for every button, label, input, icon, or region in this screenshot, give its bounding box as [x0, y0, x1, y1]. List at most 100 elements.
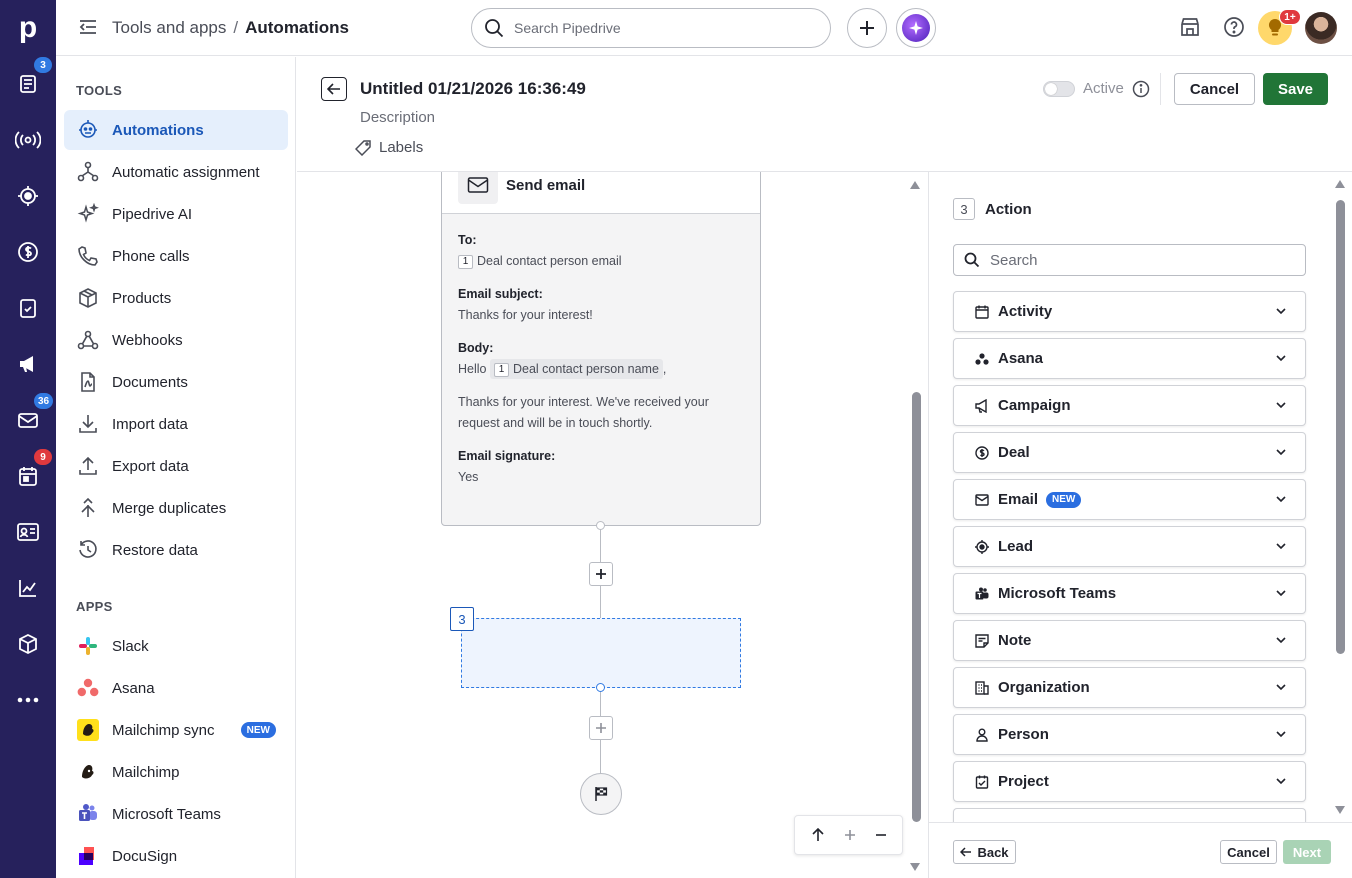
- automations-robot-icon: [76, 118, 100, 142]
- body-hello: Hello: [458, 362, 487, 376]
- body-label: Body:: [458, 341, 494, 355]
- step-token: 1: [458, 255, 473, 269]
- rail-tasks[interactable]: [0, 280, 56, 336]
- add-step-button[interactable]: [589, 716, 613, 740]
- send-email-step-card[interactable]: Send email To: 1 Deal contact person emai…: [441, 172, 761, 526]
- scroll-up-button[interactable]: [811, 828, 825, 842]
- zoom-in-button[interactable]: [844, 829, 856, 841]
- info-button[interactable]: [1132, 80, 1150, 98]
- action-search-input[interactable]: [990, 251, 1290, 269]
- sidebar-item-label: Products: [112, 289, 172, 307]
- rail-broadcast[interactable]: [0, 112, 56, 168]
- leads-target-icon: [18, 186, 38, 206]
- rail-products[interactable]: [0, 616, 56, 672]
- cancel-button[interactable]: Cancel: [1220, 840, 1277, 864]
- sidebar-item-export-data[interactable]: Export data: [64, 446, 288, 486]
- category-note[interactable]: Note: [953, 620, 1306, 661]
- step-title: Send email: [506, 176, 586, 194]
- category-microsoft-teams[interactable]: Microsoft Teams: [953, 573, 1306, 614]
- sidebar-item-docusign[interactable]: DocuSign: [64, 836, 288, 876]
- back-button[interactable]: Back: [953, 840, 1016, 864]
- scroll-up-arrow-icon: [910, 181, 920, 189]
- save-button[interactable]: Save: [1263, 73, 1328, 105]
- category-label: Activity: [998, 303, 1053, 320]
- sidebar-item-asana[interactable]: Asana: [64, 668, 288, 708]
- canvas-zoom-controls: [794, 815, 903, 855]
- ai-assistant-button[interactable]: [896, 8, 936, 48]
- category-label: Lead: [998, 538, 1034, 555]
- category-asana[interactable]: Asana: [953, 338, 1306, 379]
- rail-leads[interactable]: [0, 168, 56, 224]
- sidebar-item-label: Mailchimp: [112, 763, 180, 781]
- tools-sidebar: TOOLS Automations Automatic assignment P…: [56, 57, 296, 878]
- contacts-card-icon: [17, 523, 39, 541]
- sidebar-item-microsoft-teams[interactable]: Microsoft Teams: [64, 794, 288, 834]
- canvas-scrollbar-thumb[interactable]: [912, 392, 921, 822]
- sidebar-item-merge-duplicates[interactable]: Merge duplicates: [64, 488, 288, 528]
- sidebar-item-products[interactable]: Products: [64, 278, 288, 318]
- cancel-button[interactable]: Cancel: [1174, 73, 1255, 105]
- sidebar-item-automations[interactable]: Automations: [64, 110, 288, 150]
- calendar-icon: [19, 467, 37, 486]
- breadcrumb-parent[interactable]: Tools and apps: [112, 18, 226, 37]
- pipedrive-logo[interactable]: p: [0, 0, 56, 56]
- sidebar-item-documents[interactable]: Documents: [64, 362, 288, 402]
- scroll-up-arrow-icon: [1335, 180, 1345, 188]
- step-card-header: Send email: [442, 172, 760, 214]
- new-step-placeholder[interactable]: [461, 618, 741, 688]
- category-deal[interactable]: Deal: [953, 432, 1306, 473]
- deals-badge: 3: [34, 57, 52, 73]
- global-search[interactable]: [471, 8, 831, 48]
- category-campaign[interactable]: Campaign: [953, 385, 1306, 426]
- category-lead[interactable]: Lead: [953, 526, 1306, 567]
- category-person[interactable]: Person: [953, 714, 1306, 755]
- user-avatar[interactable]: [1305, 12, 1337, 44]
- slack-icon: [76, 634, 100, 658]
- sidebar-item-label: Export data: [112, 457, 189, 475]
- sidebar-item-pipedrive-ai[interactable]: Pipedrive AI: [64, 194, 288, 234]
- category-label: Asana: [998, 350, 1044, 367]
- automation-description[interactable]: Description: [360, 109, 435, 126]
- labels-button[interactable]: Labels: [355, 139, 423, 156]
- workflow-canvas[interactable]: Send email To: 1 Deal contact person emai…: [297, 172, 927, 878]
- new-badge: NEW: [240, 722, 276, 738]
- active-toggle[interactable]: [1043, 81, 1075, 97]
- quick-add-button[interactable]: [847, 8, 887, 48]
- sidebar-item-import-data[interactable]: Import data: [64, 404, 288, 444]
- add-step-button[interactable]: [589, 562, 613, 586]
- global-search-input[interactable]: [514, 20, 814, 36]
- rail-calendar[interactable]: 9: [0, 448, 56, 504]
- sidebar-item-label: Mailchimp sync: [112, 721, 215, 739]
- rail-more[interactable]: [0, 672, 56, 728]
- sidebar-item-restore-data[interactable]: Restore data: [64, 530, 288, 570]
- category-organization[interactable]: Organization: [953, 667, 1306, 708]
- sidebar-item-phone-calls[interactable]: Phone calls: [64, 236, 288, 276]
- back-button[interactable]: [321, 77, 347, 101]
- sidebar-item-mailchimp[interactable]: Mailchimp: [64, 752, 288, 792]
- rail-campaigns[interactable]: [0, 336, 56, 392]
- menu-toggle-button[interactable]: [78, 18, 98, 36]
- action-search[interactable]: [953, 244, 1306, 276]
- zoom-out-button[interactable]: [875, 829, 887, 841]
- rail-contacts[interactable]: [0, 504, 56, 560]
- rail-mail[interactable]: 36: [0, 392, 56, 448]
- plus-icon: [844, 830, 855, 840]
- action-panel: 3 Action Activity Asana Campaign Deal Em…: [928, 172, 1352, 878]
- arrow-left-icon: [327, 83, 340, 95]
- category-email[interactable]: Email NEW: [953, 479, 1306, 520]
- help-button[interactable]: [1223, 16, 1245, 38]
- marketplace-button[interactable]: [1179, 16, 1201, 38]
- sidebar-item-webhooks[interactable]: Webhooks: [64, 320, 288, 360]
- panel-scrollbar-thumb[interactable]: [1336, 200, 1345, 654]
- automation-title[interactable]: Untitled 01/21/2026 16:36:49: [360, 79, 586, 99]
- rail-insights[interactable]: [0, 560, 56, 616]
- rail-deals-money[interactable]: [0, 224, 56, 280]
- sidebar-item-slack[interactable]: Slack: [64, 626, 288, 666]
- next-button[interactable]: Next: [1283, 840, 1331, 864]
- notification-badge: 1+: [1279, 9, 1301, 25]
- category-activity[interactable]: Activity: [953, 291, 1306, 332]
- rail-deals[interactable]: 3: [0, 56, 56, 112]
- sidebar-item-mailchimp-sync[interactable]: Mailchimp sync NEW: [64, 710, 288, 750]
- sidebar-item-automatic-assignment[interactable]: Automatic assignment: [64, 152, 288, 192]
- category-project[interactable]: Project: [953, 761, 1306, 802]
